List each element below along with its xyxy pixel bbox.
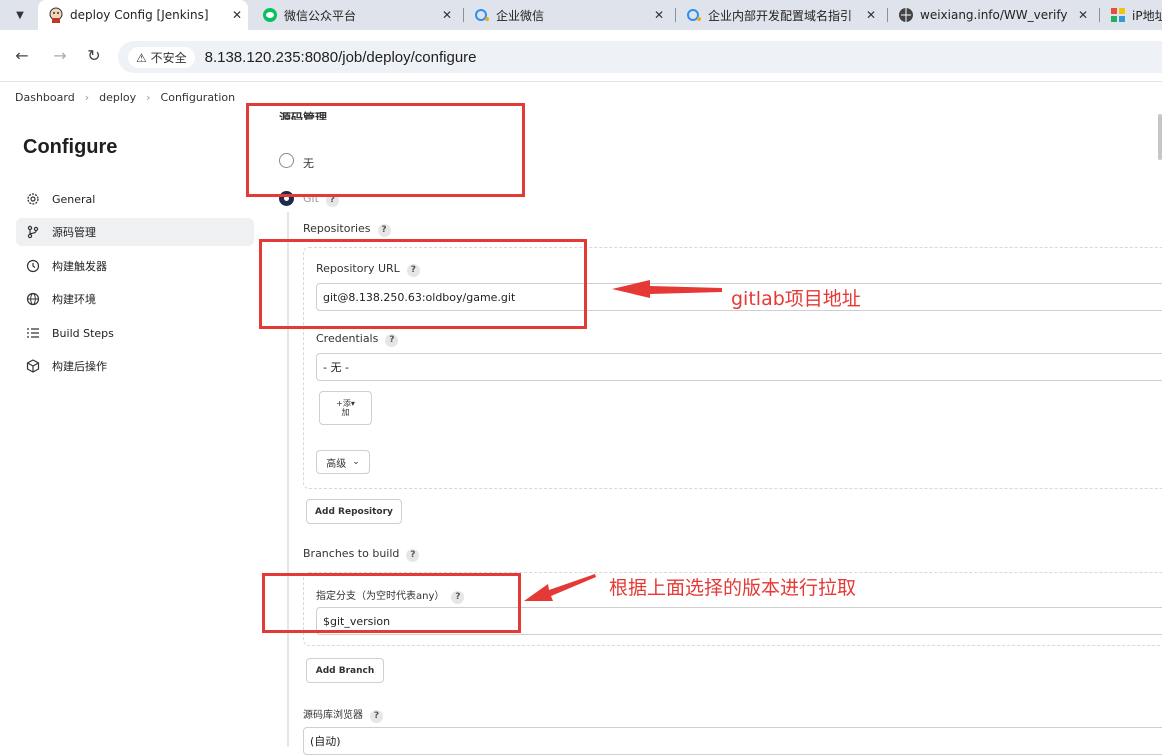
annotation-arrows: [524, 280, 722, 601]
arrow-to-repo-url: [612, 280, 722, 298]
annotation-note-gitlab: gitlab项目地址: [731, 288, 861, 310]
annotation-note-branch: 根据上面选择的版本进行拉取: [609, 577, 857, 599]
arrow-to-branch: [524, 574, 596, 601]
